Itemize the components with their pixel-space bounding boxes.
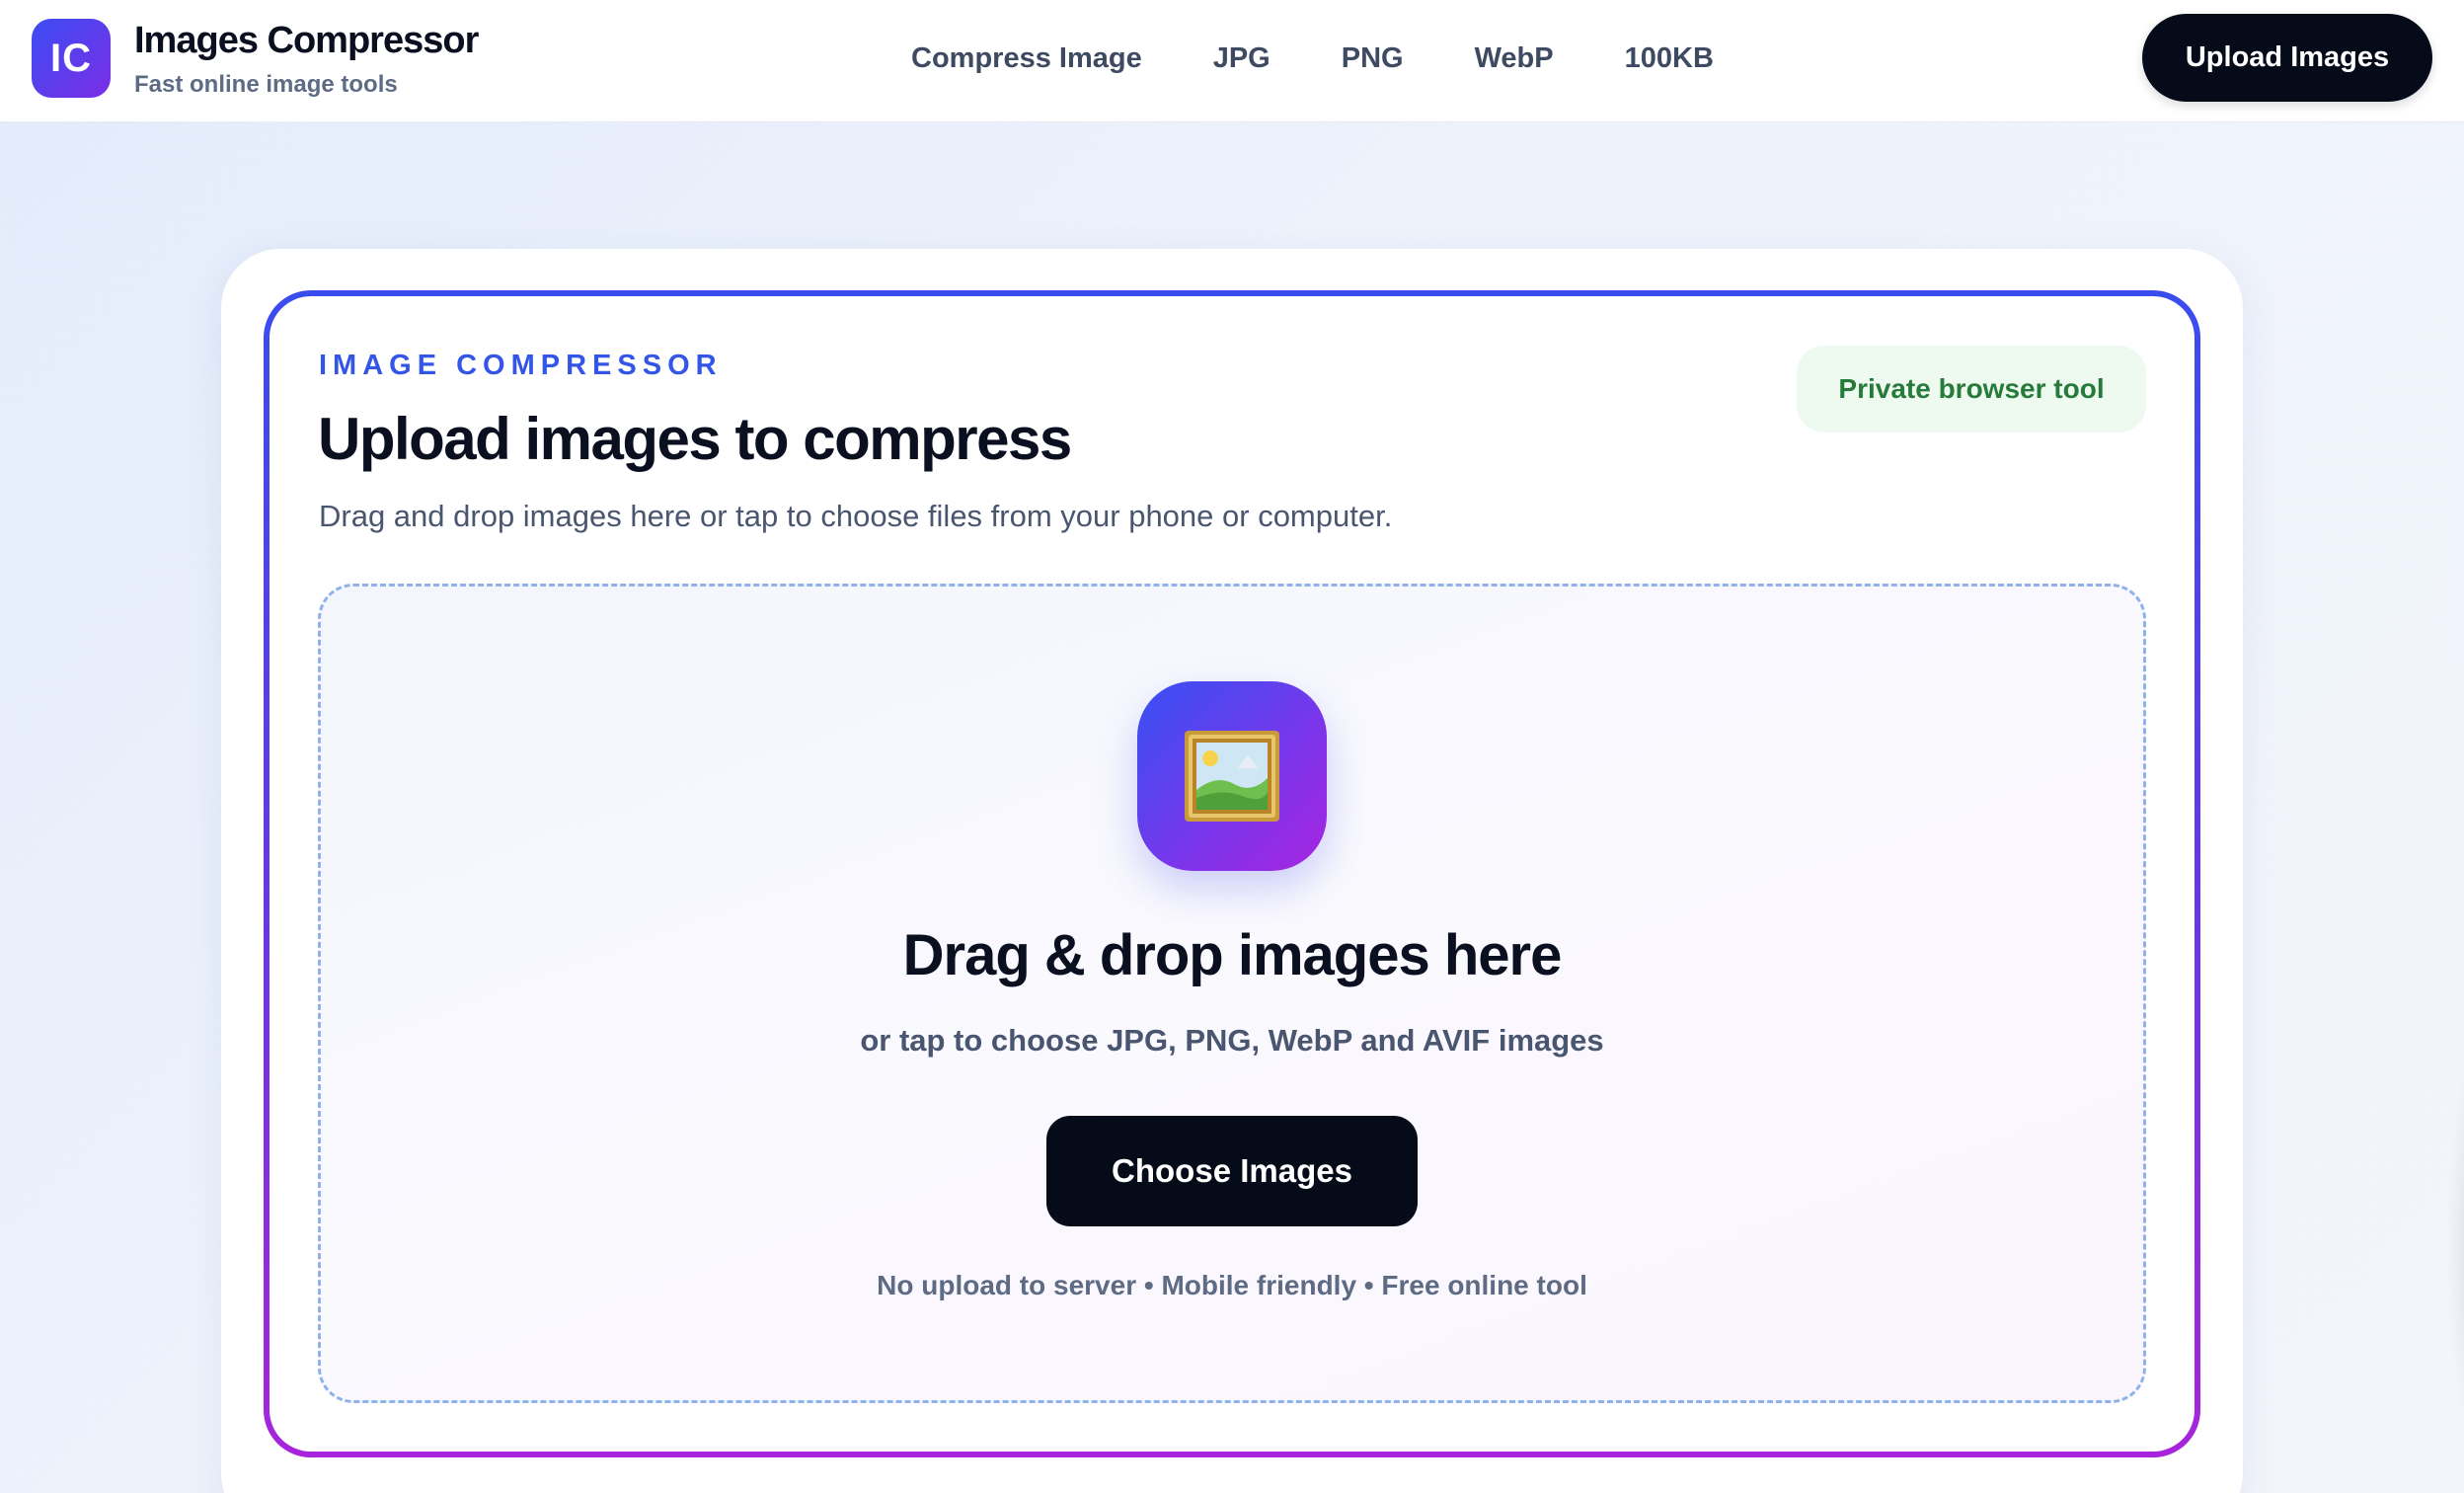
logo-badge[interactable]: IC: [32, 19, 111, 98]
nav-link-jpg[interactable]: JPG: [1213, 42, 1270, 75]
upload-images-button[interactable]: Upload Images: [2142, 14, 2432, 102]
edge-shadow: [2446, 987, 2464, 1493]
drop-zone-title: Drag & drop images here: [902, 923, 1563, 987]
framed-picture-glyph: [1185, 731, 1279, 822]
private-browser-badge: Private browser tool: [1797, 346, 2146, 432]
page-description: Drag and drop images here or tap to choo…: [319, 499, 1393, 533]
section-eyebrow: IMAGE COMPRESSOR: [319, 350, 723, 381]
nav-link-png[interactable]: PNG: [1342, 42, 1404, 75]
main-nav: Compress Image JPG PNG WebP 100KB: [911, 0, 1714, 117]
nav-link-100kb[interactable]: 100KB: [1625, 42, 1714, 75]
nav-link-compress-image[interactable]: Compress Image: [911, 42, 1142, 75]
framed-picture-icon: [1137, 681, 1327, 871]
brand-subtitle: Fast online image tools: [134, 71, 398, 98]
drop-zone-footnote: No upload to server • Mobile friendly • …: [877, 1270, 1587, 1300]
brand-title[interactable]: Images Compressor: [134, 20, 479, 62]
choose-images-button[interactable]: Choose Images: [1046, 1116, 1418, 1226]
top-header: IC Images Compressor Fast online image t…: [0, 0, 2464, 122]
nav-link-webp[interactable]: WebP: [1475, 42, 1554, 75]
page-title: Upload images to compress: [318, 406, 1072, 472]
drop-zone-subtitle: or tap to choose JPG, PNG, WebP and AVIF…: [860, 1023, 1604, 1058]
